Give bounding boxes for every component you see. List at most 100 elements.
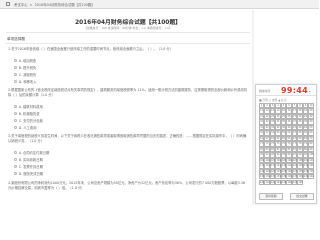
option-c[interactable]: C. 减轻税负 <box>14 72 36 77</box>
answer-cell[interactable]: 145 <box>280 179 286 185</box>
answer-cell[interactable]: 44 <box>275 124 281 131</box>
answer-cell[interactable]: 119 <box>302 163 308 169</box>
scrollbar[interactable] <box>252 10 254 205</box>
answer-cell[interactable]: 17 <box>291 108 298 114</box>
answer-cell[interactable]: 76 <box>286 141 292 147</box>
answer-cell[interactable]: 50 <box>308 124 314 131</box>
answer-cell[interactable]: 7 <box>291 103 298 109</box>
answer-cell[interactable]: 111 <box>259 163 264 169</box>
answer-cell[interactable]: 66 <box>286 135 292 142</box>
answer-cell[interactable]: 53 <box>269 130 276 136</box>
option-b[interactable]: B. 提升税负 <box>14 65 36 70</box>
answer-cell[interactable]: 20 <box>308 108 314 114</box>
answer-cell[interactable]: 12 <box>264 108 270 114</box>
answer-cell[interactable]: 25 <box>280 113 287 120</box>
radio-icon[interactable] <box>14 72 18 77</box>
option-c[interactable]: C. 支付的分包款 <box>14 118 43 123</box>
answer-cell[interactable]: 67 <box>291 135 298 142</box>
answer-cell[interactable]: 9 <box>302 103 309 109</box>
answer-cell[interactable]: 97 <box>291 152 298 158</box>
option-a[interactable]: A. 建筑材料费用 <box>14 104 43 109</box>
answer-cell[interactable]: 121 <box>259 168 264 174</box>
answer-cell[interactable]: 21 <box>259 113 265 120</box>
answer-cell[interactable]: 58 <box>297 130 303 136</box>
answer-cell[interactable]: 103 <box>269 157 275 164</box>
answer-cell[interactable]: 36 <box>286 119 292 125</box>
answer-cell[interactable]: 31 <box>259 119 265 125</box>
answer-cell[interactable]: 125 <box>280 168 286 174</box>
answer-cell[interactable]: 45 <box>280 124 287 131</box>
answer-cell[interactable]: 72 <box>264 141 270 147</box>
answer-cell[interactable]: 106 <box>286 157 292 164</box>
answer-cell[interactable]: 19 <box>302 108 309 114</box>
answer-cell[interactable]: 22 <box>264 113 270 120</box>
answer-cell[interactable]: 86 <box>286 146 292 153</box>
answer-cell[interactable]: 80 <box>308 141 314 147</box>
answer-cell[interactable]: 101 <box>259 157 264 164</box>
answer-cell[interactable]: 88 <box>297 146 303 153</box>
radio-icon[interactable] <box>14 118 18 123</box>
answer-cell[interactable]: 95 <box>280 152 287 158</box>
answer-cell[interactable]: 39 <box>302 119 309 125</box>
answer-cell[interactable]: 64 <box>275 135 281 142</box>
answer-cell[interactable]: 38 <box>297 119 303 125</box>
answer-cell[interactable]: 147 <box>291 179 297 185</box>
answer-cell[interactable]: 99 <box>302 152 309 158</box>
answer-cell[interactable]: 46 <box>286 124 292 131</box>
answer-cell[interactable]: 148 <box>297 179 303 185</box>
answer-cell[interactable]: 62 <box>264 135 270 142</box>
answer-cell[interactable]: 37 <box>291 119 298 125</box>
answer-cell[interactable]: 142 <box>264 179 270 185</box>
submit-button[interactable]: 提交试卷 <box>290 193 314 200</box>
answer-cell[interactable]: 10 <box>308 103 314 109</box>
answer-cell[interactable]: 3 <box>269 103 276 109</box>
answer-cell[interactable]: 136 <box>286 174 292 180</box>
breadcrumb-item[interactable]: 考试中心 <box>14 3 28 7</box>
pause-button[interactable]: 暂停答题 <box>259 193 283 200</box>
answer-cell[interactable]: 63 <box>269 135 276 142</box>
answer-cell[interactable]: 32 <box>264 119 270 125</box>
answer-cell[interactable]: 79 <box>302 141 309 147</box>
answer-cell[interactable]: 59 <box>302 130 309 136</box>
radio-icon[interactable] <box>14 125 18 130</box>
answer-cell[interactable]: 105 <box>280 157 286 164</box>
answer-cell[interactable]: 128 <box>297 168 303 174</box>
answer-cell[interactable]: 42 <box>264 124 270 131</box>
option-a[interactable]: A. 增加税收 <box>14 58 36 63</box>
answer-cell[interactable]: 137 <box>291 174 297 180</box>
answer-cell[interactable]: 110 <box>308 157 314 164</box>
answer-cell[interactable]: 74 <box>275 141 281 147</box>
answer-cell[interactable]: 35 <box>280 119 287 125</box>
answer-cell[interactable]: 84 <box>275 146 281 153</box>
answer-cell[interactable]: 40 <box>308 119 314 125</box>
answer-cell[interactable]: 132 <box>264 174 270 180</box>
answer-cell[interactable]: 140 <box>308 174 314 180</box>
answer-cell[interactable]: 24 <box>275 113 281 120</box>
answer-cell[interactable]: 83 <box>269 146 276 153</box>
answer-cell[interactable]: 126 <box>286 168 292 174</box>
answer-cell[interactable]: 107 <box>291 157 297 164</box>
answer-cell[interactable]: 120 <box>308 163 314 169</box>
answer-cell[interactable]: 133 <box>269 174 275 180</box>
answer-cell[interactable]: 60 <box>308 130 314 136</box>
option-b[interactable]: B. 机械租赁费 <box>14 111 40 116</box>
answer-cell[interactable]: 94 <box>275 152 281 158</box>
answer-cell[interactable]: 146 <box>286 179 292 185</box>
answer-cell[interactable]: 6 <box>286 103 292 109</box>
radio-icon[interactable] <box>14 171 18 176</box>
answer-cell[interactable]: 1 <box>259 103 265 109</box>
answer-cell[interactable]: 109 <box>302 157 308 164</box>
answer-cell[interactable]: 29 <box>302 113 309 120</box>
answer-cell[interactable]: 8 <box>297 103 303 109</box>
answer-cell[interactable]: 96 <box>286 152 292 158</box>
answer-cell[interactable]: 33 <box>269 119 276 125</box>
answer-cell[interactable]: 87 <box>291 146 298 153</box>
answer-cell[interactable]: 61 <box>259 135 265 142</box>
answer-cell[interactable]: 113 <box>269 163 275 169</box>
radio-icon[interactable] <box>14 111 18 116</box>
answer-cell[interactable]: 34 <box>275 119 281 125</box>
answer-cell[interactable]: 15 <box>280 108 287 114</box>
answer-cell[interactable]: 108 <box>297 157 303 164</box>
option-d[interactable]: D. 服务完成日期 <box>14 171 43 176</box>
answer-cell[interactable]: 56 <box>286 130 292 136</box>
